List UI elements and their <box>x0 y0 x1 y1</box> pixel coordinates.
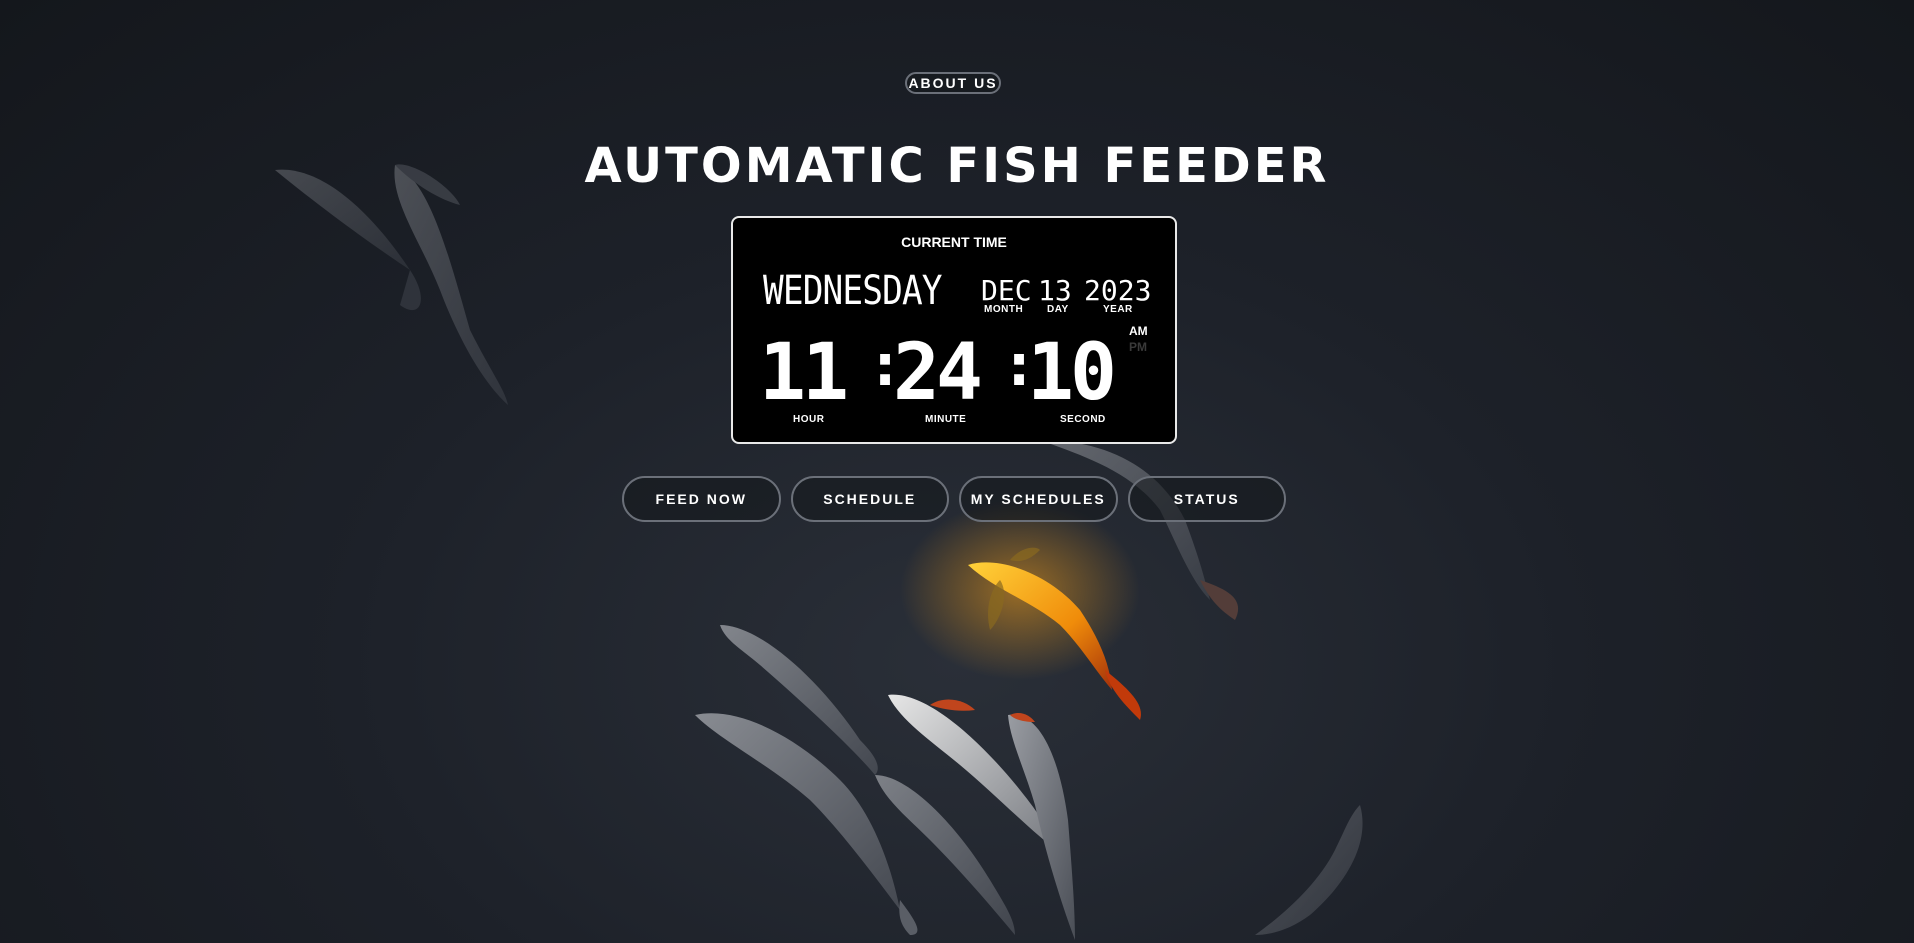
clock-second-label: SECOND <box>1060 414 1106 425</box>
clock-month-label: MONTH <box>984 304 1024 315</box>
koi-fish-right-faint <box>1255 805 1363 935</box>
schedule-button[interactable]: SCHEDULE <box>790 476 949 522</box>
feed-now-button[interactable]: FEED NOW <box>622 476 781 522</box>
clock-hour: 11 <box>759 328 849 418</box>
digital-clock-panel: CURRENT TIME WEDNESDAY DEC 13 2023 MONTH… <box>731 216 1177 444</box>
clock-month: DEC <box>981 274 1032 307</box>
koi-fish-grey-3 <box>875 775 1015 935</box>
clock-am-indicator: AM <box>1129 324 1148 338</box>
clock-minute-label: MINUTE <box>925 414 967 425</box>
clock-year: 2023 <box>1084 274 1152 307</box>
clock-pm-indicator: PM <box>1129 340 1147 354</box>
action-button-row: FEED NOW SCHEDULE MY SCHEDULES STATUS <box>622 476 1286 522</box>
about-us-button[interactable]: ABOUT US <box>905 72 1001 94</box>
clock-caption: CURRENT TIME <box>901 234 1007 250</box>
clock-minute: 24 <box>893 328 983 418</box>
my-schedules-button[interactable]: MY SCHEDULES <box>959 476 1118 522</box>
clock-day-name: WEDNESDAY <box>763 268 943 314</box>
clock-second: 10 <box>1027 328 1117 418</box>
clock-hour-label: HOUR <box>793 414 825 425</box>
koi-fish-grey-2 <box>695 713 918 935</box>
clock-day-label: DAY <box>1047 304 1069 315</box>
clock-day: 13 <box>1038 274 1072 307</box>
koi-fish-white-2 <box>1008 712 1075 940</box>
status-button[interactable]: STATUS <box>1127 476 1286 522</box>
page-title: AUTOMATIC FISH FEEDER <box>584 138 1330 194</box>
clock-year-label: YEAR <box>1103 304 1133 315</box>
